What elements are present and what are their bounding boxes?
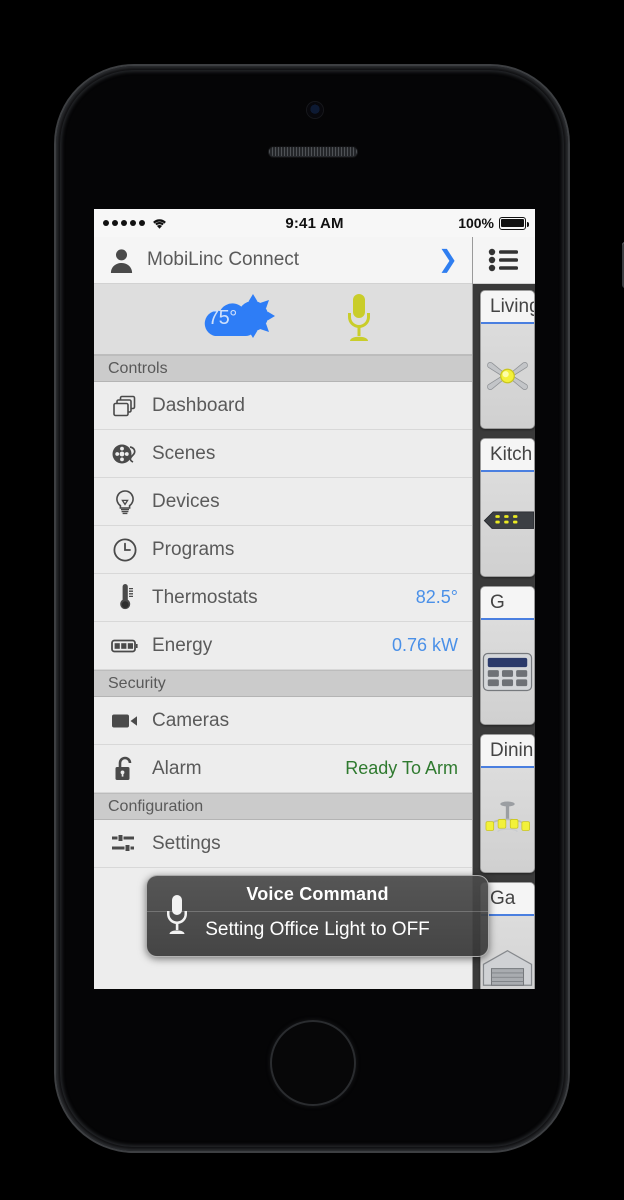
- speaker-mesh: [269, 147, 357, 156]
- menu-item-energy[interactable]: Energy 0.76 kW: [94, 622, 472, 670]
- microphone-icon[interactable]: [342, 293, 376, 345]
- menu-item-label: Settings: [152, 832, 221, 854]
- battery-icon: [108, 638, 142, 654]
- film-reel-icon: [108, 442, 142, 466]
- menu-item-label: Programs: [152, 538, 235, 560]
- voice-overlay-message: Setting Office Light to OFF: [205, 919, 430, 940]
- dashboard-card[interactable]: Living: [480, 290, 535, 429]
- menu-item-settings[interactable]: Settings: [94, 820, 472, 868]
- card-title: Kitch: [481, 439, 534, 472]
- menu-item-label: Energy: [152, 634, 213, 656]
- menu-item-scenes[interactable]: Scenes: [94, 430, 472, 478]
- windows-stack-icon: [108, 394, 142, 418]
- menu-item-label: Thermostats: [152, 586, 258, 608]
- earpiece-speaker: [268, 146, 358, 157]
- screenshot-stage: 9:41 AM 100% MobiLinc Connect ❯ 75° Cont…: [0, 0, 624, 1200]
- front-camera-icon: [307, 102, 323, 118]
- light-bulb-icon: [108, 489, 142, 515]
- status-bar: 9:41 AM 100%: [94, 209, 535, 237]
- menu-item-label: Scenes: [152, 442, 216, 464]
- weather-temperature: 75°: [208, 307, 237, 329]
- under-cabinet-light-icon[interactable]: [481, 472, 534, 576]
- account-row[interactable]: MobiLinc Connect ❯: [94, 237, 472, 284]
- card-title: G: [481, 587, 534, 620]
- alarm-status: Ready To Arm: [345, 758, 458, 778]
- dashboard-card[interactable]: Kitch: [480, 438, 535, 577]
- battery-percent: 100%: [458, 215, 494, 231]
- battery-full-icon: [499, 216, 530, 230]
- menu-item-cameras[interactable]: Cameras: [94, 697, 472, 745]
- account-name: MobiLinc Connect: [147, 249, 300, 270]
- ceiling-fan-icon[interactable]: [481, 324, 534, 428]
- energy-value: 0.76 kW: [391, 635, 458, 655]
- section-header-configuration: Configuration: [94, 793, 472, 820]
- padlock-open-icon: [108, 755, 142, 783]
- dashboard-toolbar: [473, 237, 535, 284]
- dashboard-card[interactable]: G: [480, 586, 535, 725]
- menu-item-thermostats[interactable]: Thermostats 82.5°: [94, 574, 472, 622]
- menu-item-label: Devices: [152, 490, 220, 512]
- thermometer-icon: [108, 583, 142, 612]
- list-menu-icon[interactable]: [488, 248, 520, 272]
- home-button[interactable]: [270, 1020, 356, 1106]
- microphone-icon: [167, 895, 187, 934]
- menu-item-programs[interactable]: Programs: [94, 526, 472, 574]
- menu-item-label: Alarm: [152, 757, 202, 779]
- chevron-right-icon[interactable]: ❯: [438, 248, 458, 272]
- menu-item-devices[interactable]: Devices: [94, 478, 472, 526]
- section-header-controls: Controls: [94, 355, 472, 382]
- sliders-icon: [108, 833, 142, 855]
- status-bar-right: 100%: [458, 215, 530, 231]
- voice-overlay-divider: [147, 911, 488, 912]
- clock-icon: [108, 537, 142, 563]
- chandelier-icon[interactable]: [481, 768, 534, 872]
- card-title: Living: [481, 291, 534, 324]
- keypad-icon[interactable]: [481, 620, 534, 724]
- menu-item-label: Cameras: [152, 709, 230, 731]
- menu-item-label: Dashboard: [152, 394, 245, 416]
- menu-item-alarm[interactable]: Alarm Ready To Arm: [94, 745, 472, 793]
- weather-voice-bar: 75°: [94, 284, 472, 355]
- phone-screen: 9:41 AM 100% MobiLinc Connect ❯ 75° Cont…: [94, 209, 535, 989]
- partly-cloudy-icon[interactable]: 75°: [190, 292, 286, 346]
- dashboard-card[interactable]: Dinin: [480, 734, 535, 873]
- voice-command-overlay: Voice Command Setting Office Light to OF…: [146, 875, 489, 957]
- person-icon: [110, 248, 133, 273]
- menu-item-dashboard[interactable]: Dashboard: [94, 382, 472, 430]
- card-title: Dinin: [481, 735, 534, 768]
- video-camera-icon: [108, 712, 142, 730]
- voice-overlay-title: Voice Command: [246, 884, 389, 904]
- thermostat-value: 82.5°: [415, 587, 458, 607]
- section-header-security: Security: [94, 670, 472, 697]
